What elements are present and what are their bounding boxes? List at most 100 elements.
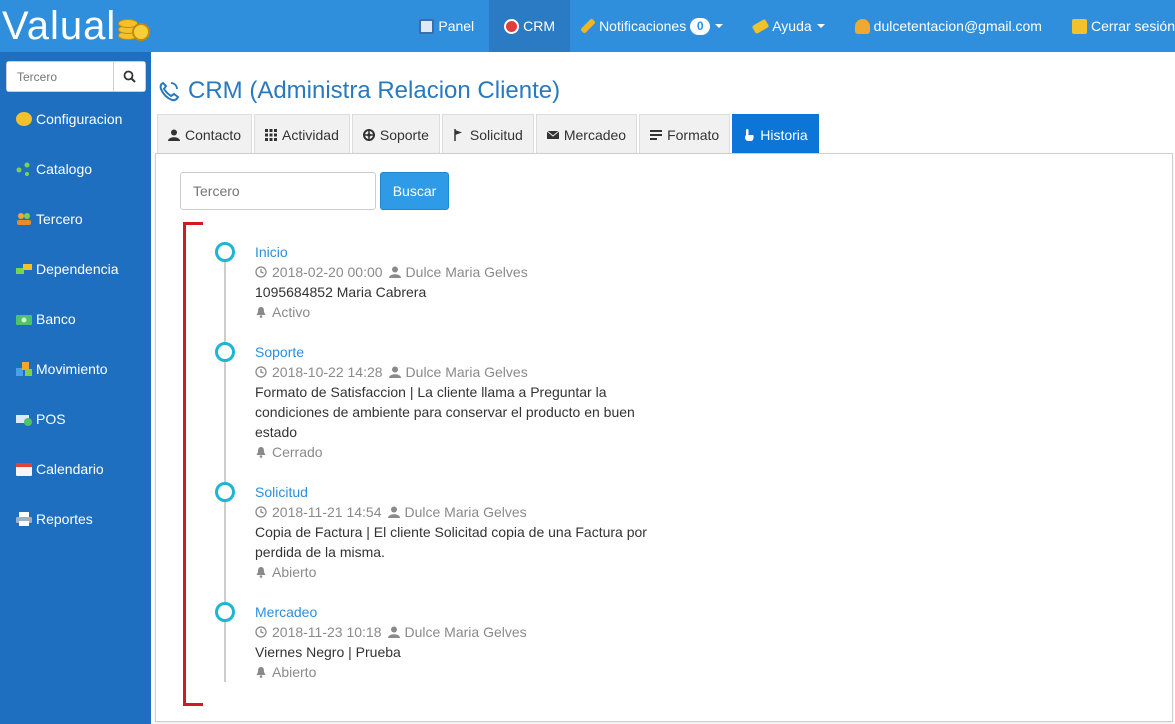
ticket-icon bbox=[751, 18, 770, 34]
app-logo[interactable]: Valual bbox=[2, 4, 152, 48]
sidebar-search-button[interactable] bbox=[113, 62, 145, 91]
tab-historia[interactable]: Historia bbox=[732, 114, 819, 154]
sidebar: Configuracion Catalogo Tercero Dependenc… bbox=[0, 52, 151, 724]
clock-icon bbox=[255, 506, 267, 518]
sidebar-search-input[interactable] bbox=[7, 62, 113, 91]
sidebar-item-tercero[interactable]: Tercero bbox=[0, 194, 151, 244]
timeline-entry-status: Activo bbox=[255, 302, 665, 322]
timeline-entry-status-text: Cerrado bbox=[272, 444, 323, 460]
tab-label: Actividad bbox=[282, 126, 339, 143]
sidebar-item-label: Movimiento bbox=[36, 361, 108, 377]
timeline-entry-title[interactable]: Mercadeo bbox=[255, 602, 665, 622]
tab-actividad[interactable]: Actividad bbox=[254, 114, 350, 154]
user-icon bbox=[168, 129, 180, 141]
sidebar-item-label: Configuracion bbox=[36, 111, 123, 127]
sidebar-search bbox=[6, 61, 146, 92]
sidebar-item-banco[interactable]: Banco bbox=[0, 294, 151, 344]
nav-panel[interactable]: Panel bbox=[404, 0, 489, 52]
crm-icon bbox=[504, 18, 520, 34]
sidebar-item-catalogo[interactable]: Catalogo bbox=[0, 144, 151, 194]
timeline-entry-status-text: Abierto bbox=[272, 564, 317, 580]
timeline-entry-status: Abierto bbox=[255, 662, 665, 682]
user-icon bbox=[854, 18, 870, 34]
timeline-dot bbox=[215, 342, 235, 362]
clock-icon bbox=[255, 626, 267, 638]
timeline-entry-description: Copia de Factura | El cliente Solicitad … bbox=[255, 524, 647, 560]
timeline-entry-title[interactable]: Soporte bbox=[255, 342, 665, 362]
timeline-entry-meta: 2018-02-20 00:00 Dulce Maria Gelves bbox=[255, 262, 665, 282]
sidebar-item-reportes[interactable]: Reportes bbox=[0, 494, 151, 544]
tab-mercadeo[interactable]: Mercadeo bbox=[535, 114, 638, 154]
top-nav-menu: Panel CRM Notificaciones 0 Ayuda dulcete… bbox=[404, 0, 1175, 52]
timeline-entry-title[interactable]: Inicio bbox=[255, 242, 665, 262]
bank-icon bbox=[16, 312, 32, 326]
nav-crm[interactable]: CRM bbox=[489, 0, 571, 52]
timeline-entry: Mercadeo 2018-11-23 10:18 Dulce Maria Ge… bbox=[255, 602, 665, 682]
tab-label: Soporte bbox=[379, 126, 429, 143]
sidebar-item-label: Banco bbox=[36, 311, 76, 327]
format-icon bbox=[650, 129, 663, 140]
nav-ayuda[interactable]: Ayuda bbox=[738, 0, 839, 52]
nav-logout-label: Cerrar sesión bbox=[1090, 18, 1175, 34]
tab-solicitud[interactable]: Solicitud bbox=[441, 114, 534, 154]
nav-notificaciones[interactable]: Notificaciones 0 bbox=[570, 0, 738, 52]
clock-icon bbox=[255, 366, 267, 378]
sidebar-item-configuracion[interactable]: Configuracion bbox=[0, 94, 151, 144]
sidebar-item-label: Reportes bbox=[36, 511, 93, 527]
chevron-down-icon bbox=[715, 24, 724, 28]
tab-soporte[interactable]: Soporte bbox=[351, 114, 440, 154]
timeline-entry: Soporte 2018-10-22 14:28 Dulce Maria Gel… bbox=[255, 342, 665, 462]
timeline-entry: Solicitud 2018-11-21 14:54 Dulce Maria G… bbox=[255, 482, 665, 582]
tab-label: Formato bbox=[667, 126, 720, 143]
user-icon bbox=[388, 366, 401, 378]
lock-icon bbox=[1071, 18, 1087, 34]
people-icon bbox=[16, 212, 32, 226]
nav-user[interactable]: dulcetentacion@gmail.com bbox=[840, 0, 1057, 52]
timeline-entry-description: Viernes Negro | Prueba bbox=[255, 644, 401, 660]
dependency-icon bbox=[16, 262, 32, 276]
timeline-entry-user: Dulce Maria Gelves bbox=[405, 364, 528, 380]
sidebar-item-label: Catalogo bbox=[36, 161, 93, 177]
user-icon bbox=[388, 266, 401, 278]
tab-label: Solicitud bbox=[469, 126, 523, 143]
tab-contacto[interactable]: Contacto bbox=[157, 114, 253, 154]
sidebar-item-label: Dependencia bbox=[36, 261, 119, 277]
nav-ayuda-label: Ayuda bbox=[772, 18, 812, 34]
sidebar-item-label: Tercero bbox=[36, 211, 83, 227]
nav-crm-label: CRM bbox=[523, 18, 556, 34]
timeline-entry-datetime: 2018-02-20 00:00 bbox=[272, 264, 383, 280]
nav-user-email: dulcetentacion@gmail.com bbox=[873, 18, 1042, 34]
search-icon bbox=[123, 70, 136, 83]
timeline-dot bbox=[215, 482, 235, 502]
clock-icon bbox=[255, 266, 267, 278]
logo-text: Valual bbox=[2, 3, 117, 48]
tercero-search-input[interactable] bbox=[180, 172, 376, 210]
timeline-dot bbox=[215, 242, 235, 262]
envelope-icon bbox=[546, 130, 559, 139]
sidebar-item-movimiento[interactable]: Movimiento bbox=[0, 344, 151, 394]
coins-icon bbox=[116, 11, 152, 47]
bell-icon bbox=[256, 567, 266, 578]
timeline-entry-title[interactable]: Solicitud bbox=[255, 482, 665, 502]
crm-tabs: Contacto Actividad Soporte Solicitud Mer… bbox=[157, 114, 821, 154]
timeline-entry-datetime: 2018-10-22 14:28 bbox=[272, 364, 383, 380]
bell-icon bbox=[256, 447, 266, 458]
sidebar-item-label: POS bbox=[36, 411, 66, 427]
nav-panel-label: Panel bbox=[438, 18, 475, 34]
top-navbar: Valual Panel CRM Notificaciones 0 Ayuda bbox=[0, 0, 1175, 52]
timeline-entry-status: Cerrado bbox=[255, 442, 665, 462]
timeline-entry-datetime: 2018-11-21 14:54 bbox=[272, 504, 382, 520]
movement-icon bbox=[16, 362, 32, 376]
sidebar-item-dependencia[interactable]: Dependencia bbox=[0, 244, 151, 294]
monitor-icon bbox=[419, 18, 435, 34]
tab-label: Mercadeo bbox=[563, 126, 627, 143]
calendar-icon bbox=[16, 462, 32, 476]
pos-icon bbox=[16, 412, 32, 426]
nav-logout[interactable]: Cerrar sesión bbox=[1057, 0, 1175, 52]
sidebar-item-pos[interactable]: POS bbox=[0, 394, 151, 444]
buscar-button[interactable]: Buscar bbox=[380, 172, 449, 210]
tab-formato[interactable]: Formato bbox=[639, 114, 731, 154]
printer-icon bbox=[16, 512, 32, 526]
catalog-icon bbox=[16, 162, 32, 176]
sidebar-item-calendario[interactable]: Calendario bbox=[0, 444, 151, 494]
